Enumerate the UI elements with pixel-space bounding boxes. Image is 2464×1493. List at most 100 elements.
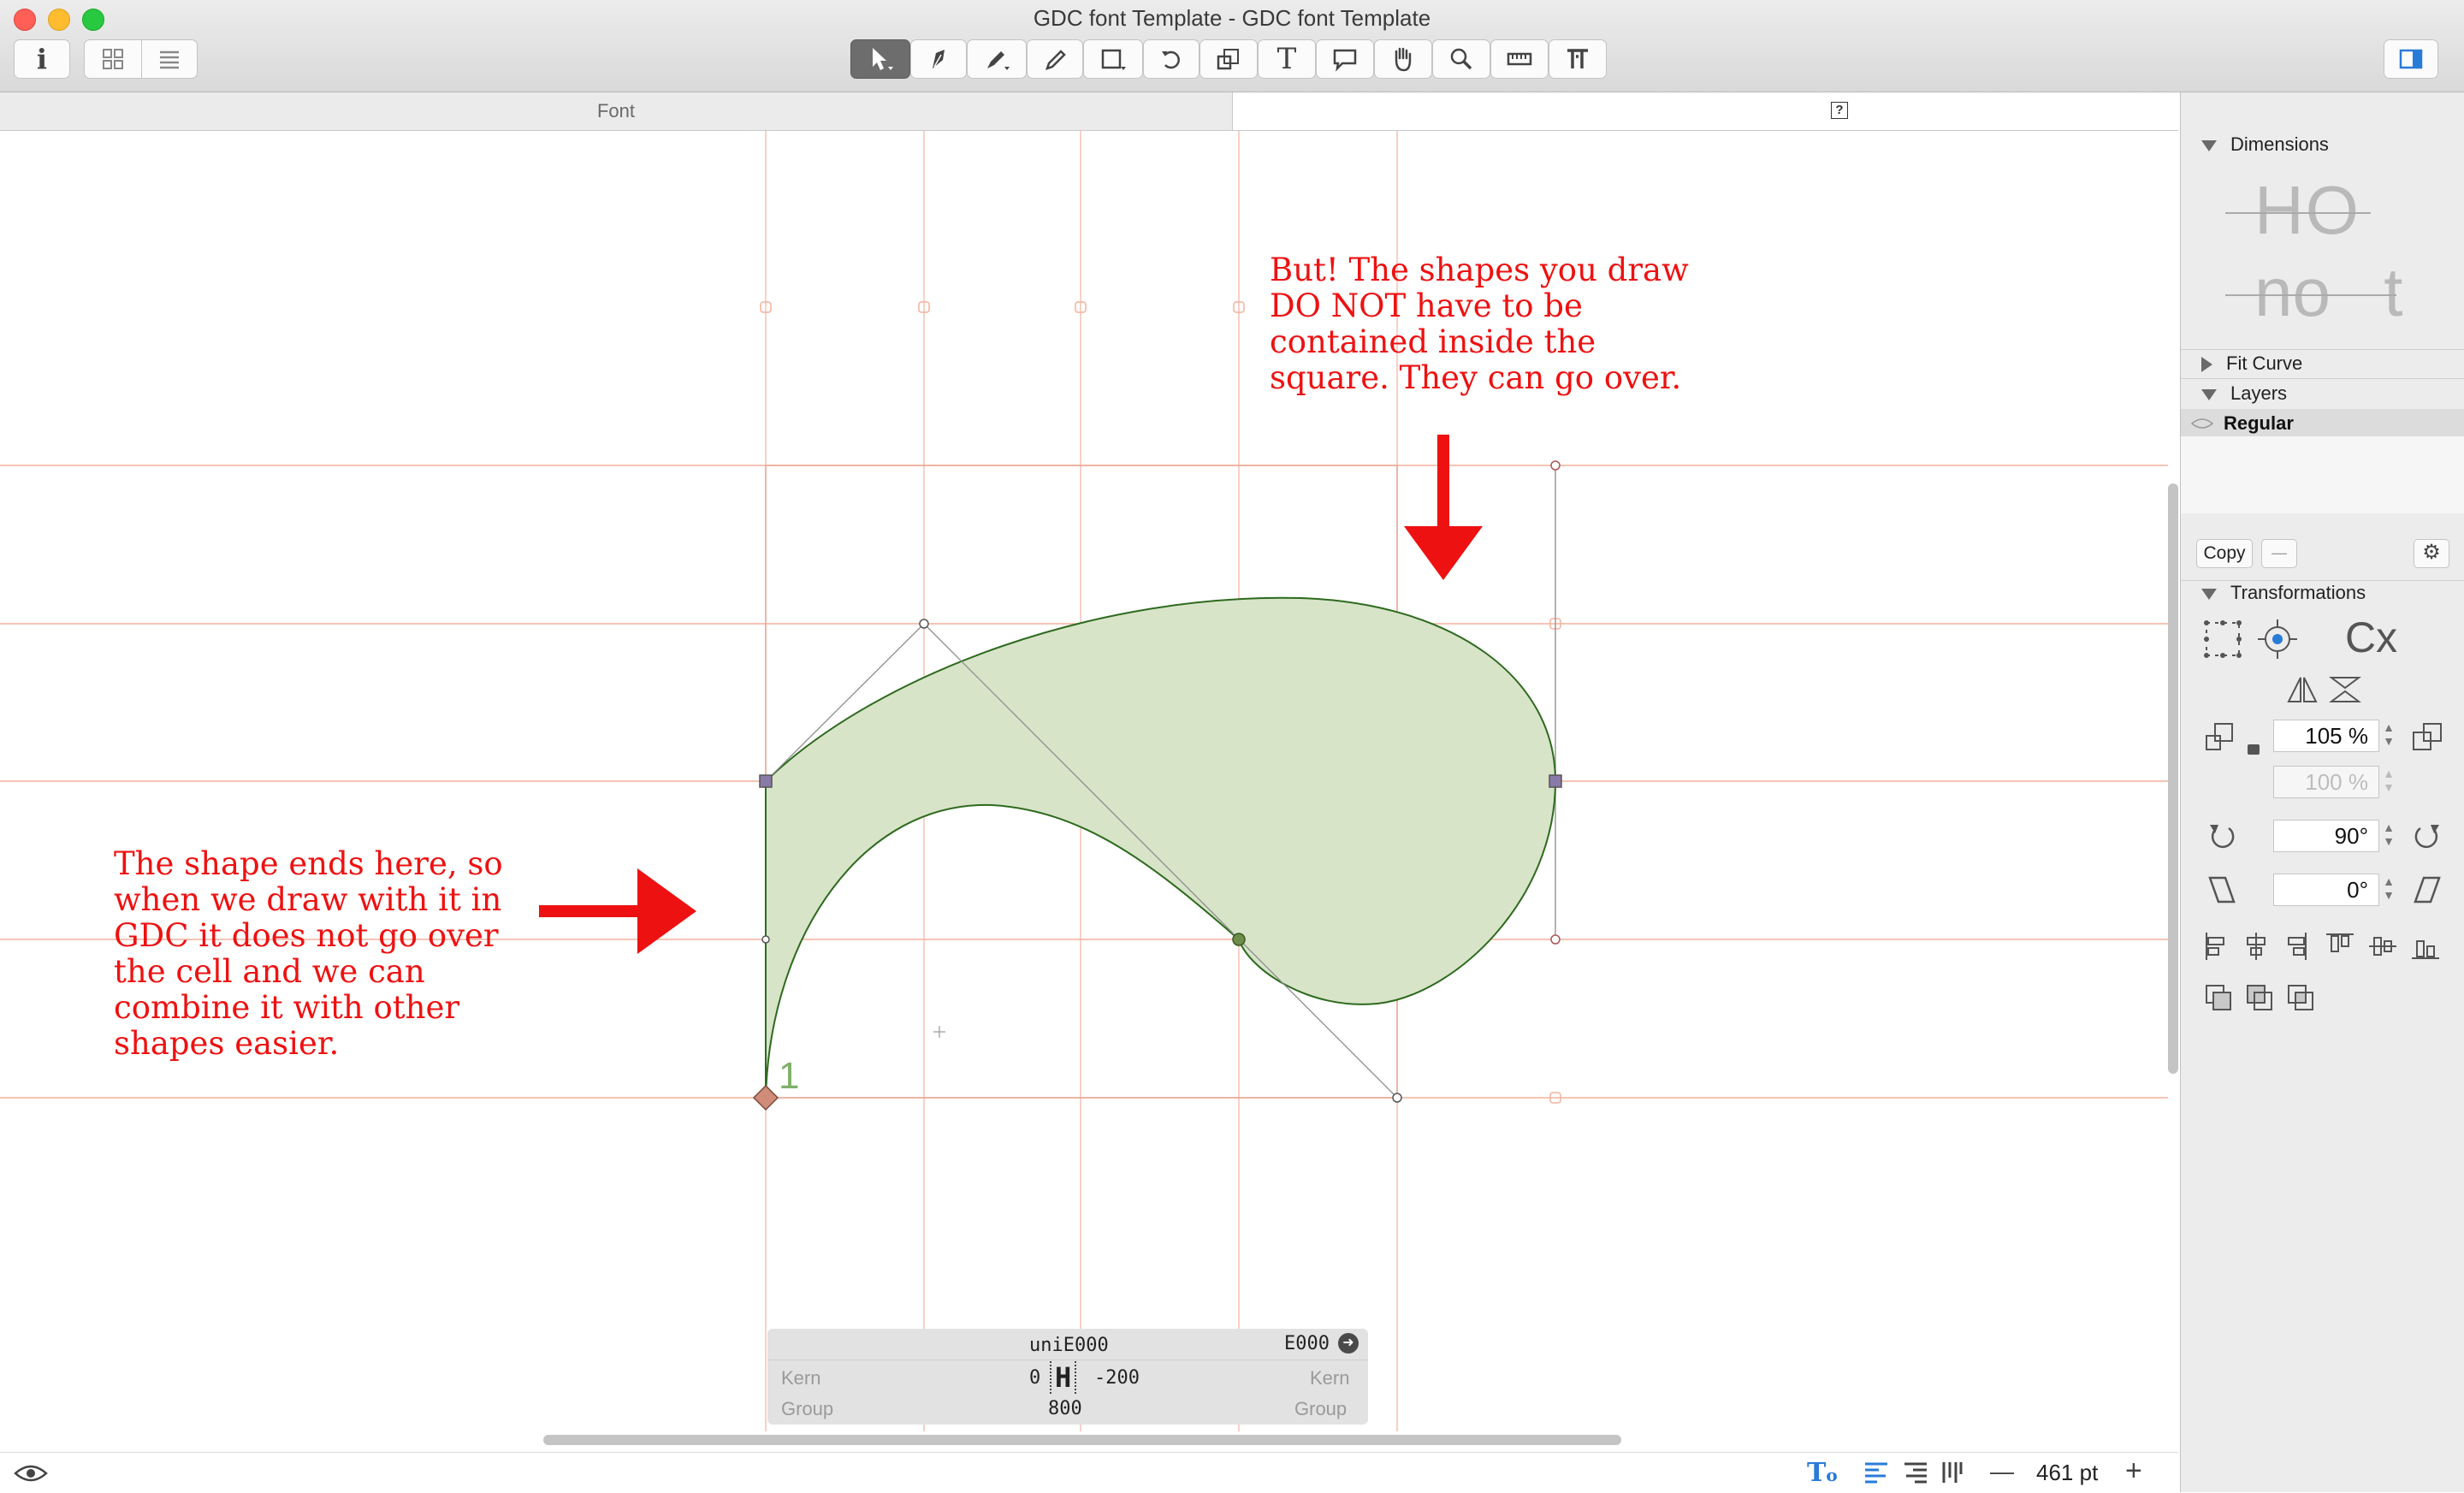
preview-eye-icon[interactable] (14, 1463, 48, 1484)
scale-up-icon[interactable] (2410, 720, 2444, 755)
zoom-value[interactable]: 461 pt (2036, 1460, 2098, 1486)
type-tool-button[interactable] (1549, 39, 1607, 79)
edit-canvas[interactable]: 1 But! The shapes you draw DO NOT have t… (0, 131, 2178, 1431)
inspector-panel: Dimensions HO no t Fit Curve Layers Regu… (2180, 92, 2464, 1492)
rectangle-tool-button[interactable] (1083, 39, 1143, 79)
bounding-box-origin-icon[interactable] (2201, 618, 2244, 661)
pen-tool-icon (987, 51, 1010, 70)
transformations-label: Transformations (2230, 582, 2366, 603)
rotate-stepper[interactable]: ▲ ▼ (2381, 821, 2396, 851)
list-view-icon (160, 50, 179, 69)
dimension-line (2225, 294, 2396, 296)
dimension-line (2225, 212, 2371, 214)
vertical-text-icon[interactable] (1940, 1460, 1963, 1484)
zoom-out-button[interactable]: — (1990, 1458, 2014, 1485)
dimensions-section-header[interactable]: Dimensions (2181, 130, 2464, 159)
list-view-button[interactable] (141, 39, 198, 79)
lock-icon[interactable] (2248, 744, 2260, 755)
rsb-value[interactable]: -200 (1094, 1367, 1140, 1389)
rotate-cw-icon[interactable] (2410, 820, 2444, 854)
select-tool-button[interactable] (850, 39, 910, 79)
zoom-tool-button[interactable] (1432, 39, 1490, 79)
unicode-value[interactable]: E000 (1284, 1333, 1330, 1354)
scale-vertical-field[interactable]: 100 % (2273, 766, 2379, 798)
horizontal-scrollbar[interactable] (543, 1435, 1621, 1445)
tab-bar: Font ? (0, 92, 2178, 131)
slant-stepper[interactable]: ▲ ▼ (2381, 874, 2396, 905)
layer-options-button[interactable]: ⚙ (2414, 539, 2449, 568)
transformations-section-header[interactable]: Transformations (2181, 578, 2464, 607)
hand-tool-button[interactable] (1374, 39, 1432, 79)
layers-section-header[interactable]: Layers (2181, 379, 2464, 408)
scale-button[interactable] (1199, 39, 1258, 79)
center-x-label[interactable]: Cx (2345, 613, 2397, 662)
window-title: GDC font Template - GDC font Template (1033, 5, 1431, 31)
path-operations-icons[interactable] (2203, 982, 2323, 1016)
rectangle-tool-icon (1101, 49, 1126, 70)
scale-stepper[interactable]: ▲ ▼ (2381, 720, 2396, 751)
right-group-label[interactable]: Group (1294, 1398, 1347, 1420)
annotation-button[interactable] (1316, 39, 1374, 79)
rotate-icon (1162, 50, 1180, 69)
sidebar-toggle-button[interactable] (2384, 39, 2438, 79)
slant-right-icon[interactable] (2410, 873, 2444, 907)
left-kern-label[interactable]: Kern (781, 1367, 820, 1389)
width-value[interactable]: 800 (1048, 1398, 1082, 1419)
dimensions-preview[interactable]: HO no t (2225, 171, 2402, 342)
measure-tool-button[interactable] (1490, 39, 1549, 79)
gear-icon: ⚙ (2422, 541, 2441, 564)
tab-font[interactable]: Font (0, 92, 1233, 130)
slant-field[interactable]: 0° (2273, 874, 2379, 906)
info-button[interactable]: i (14, 39, 70, 79)
scale-field[interactable]: 105 % (2273, 720, 2379, 752)
type-tool-icon (1567, 49, 1588, 68)
right-annotation: But! The shapes you draw DO NOT have to … (1270, 252, 1689, 396)
sidebar-toggle-icon (2399, 49, 2423, 69)
vertical-scrollbar[interactable] (2168, 483, 2178, 1074)
right-kern-label[interactable]: Kern (1310, 1367, 1349, 1389)
align-right-icon[interactable] (1903, 1460, 1928, 1484)
start-node-label: 1 (779, 1055, 800, 1097)
scale-icon (1217, 49, 1239, 70)
rotate-ccw-icon[interactable] (2205, 820, 2239, 854)
align-icons-row[interactable] (2203, 931, 2451, 962)
remove-layer-button[interactable]: — (2261, 539, 2297, 568)
disclosure-open-icon (2201, 388, 2217, 400)
zoom-in-button[interactable]: + (2125, 1454, 2142, 1488)
transform-origin-icon[interactable] (2256, 618, 2299, 661)
scale-vertical-stepper[interactable]: ▲ ▼ (2381, 767, 2396, 797)
draw-tool-icon (933, 50, 945, 68)
go-to-glyph-icon[interactable]: ➜ (1338, 1333, 1359, 1354)
left-group-label[interactable]: Group (781, 1398, 833, 1420)
dimension-preview-ho: HO (2254, 172, 2360, 248)
align-left-icon[interactable] (1863, 1460, 1889, 1484)
rotate-button[interactable] (1143, 39, 1199, 79)
fit-curve-section-header[interactable]: Fit Curve (2181, 349, 2464, 378)
grid-view-button[interactable] (84, 39, 142, 79)
lsb-value[interactable]: 0 (1029, 1367, 1040, 1389)
layer-row-regular[interactable]: Regular (2181, 409, 2464, 436)
glyph-tab-icon[interactable]: ? (1831, 102, 1848, 119)
fit-curve-label: Fit Curve (2226, 353, 2303, 374)
flip-vertical-icon[interactable] (2328, 674, 2362, 705)
disclosure-closed-icon (2201, 357, 2212, 373)
flip-horizontal-icon[interactable] (2285, 674, 2319, 705)
draw-tool-button[interactable] (910, 39, 967, 79)
left-annotation: The shape ends here, so when we draw wit… (114, 845, 503, 1062)
copy-layer-button[interactable]: Copy (2196, 539, 2253, 568)
layer-visibility-icon[interactable] (2191, 417, 2213, 430)
glyph-drawing (0, 131, 2168, 1431)
rotate-field[interactable]: 90° (2273, 820, 2379, 852)
disclosure-open-icon (2201, 139, 2217, 151)
glyph-name[interactable]: uniE000 (1029, 1335, 1109, 1356)
text-tool-button[interactable]: T (1258, 39, 1316, 79)
select-tool-icon (873, 48, 893, 70)
pen-tool-button[interactable] (967, 39, 1027, 79)
slant-left-icon[interactable] (2205, 873, 2239, 907)
layer-name: Regular (2224, 412, 2294, 434)
text-features-icon[interactable]: To (1807, 1458, 1838, 1488)
pencil-button[interactable] (1027, 39, 1083, 79)
disclosure-open-icon (2201, 588, 2217, 600)
scale-icon[interactable] (2203, 720, 2237, 755)
measure-icon (1507, 52, 1532, 66)
